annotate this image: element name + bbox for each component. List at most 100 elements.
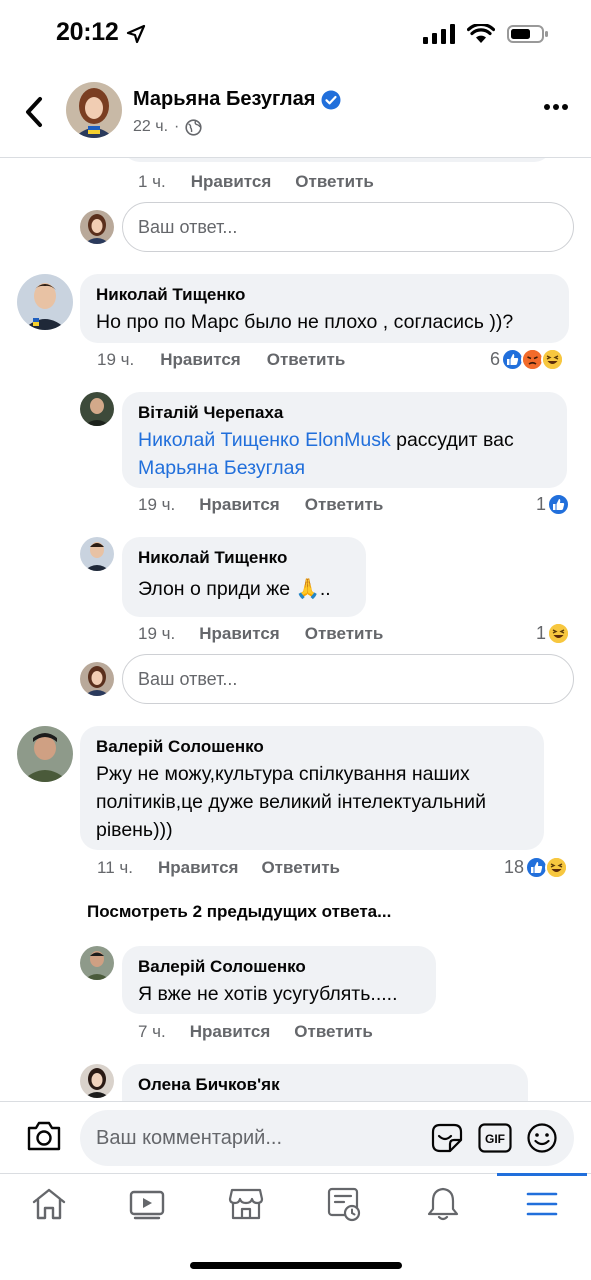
haha-reaction-icon bbox=[545, 856, 569, 879]
mention-link[interactable]: Николай Тищенко bbox=[138, 429, 300, 451]
like-button[interactable]: Нравится bbox=[199, 495, 280, 515]
reaction-summary[interactable]: 18 bbox=[504, 856, 569, 879]
nav-menu[interactable] bbox=[512, 1184, 572, 1224]
nav-notifications[interactable] bbox=[413, 1184, 473, 1224]
camera-icon[interactable] bbox=[26, 1120, 62, 1152]
hamburger-menu-icon bbox=[526, 1192, 558, 1216]
reply-input[interactable]: Ваш ответ... bbox=[122, 654, 574, 704]
like-button[interactable]: Нравится bbox=[191, 172, 272, 192]
comment-actions: 7 ч. Нравится Ответить bbox=[138, 1022, 373, 1042]
video-play-icon bbox=[129, 1190, 165, 1220]
comment-text: Николай Тищенко ElonMusk рассудит вас Ма… bbox=[138, 429, 514, 479]
reply-button[interactable]: Ответить bbox=[295, 172, 374, 192]
like-button[interactable]: Нравится bbox=[160, 350, 241, 370]
commenter-avatar[interactable] bbox=[17, 274, 73, 330]
current-user-avatar bbox=[80, 662, 114, 696]
comment-time: 19 ч. bbox=[138, 495, 176, 514]
commenter-avatar[interactable] bbox=[80, 946, 114, 980]
haha-reaction-icon bbox=[541, 348, 565, 371]
comment-actions: 11 ч. Нравится Ответить bbox=[97, 858, 340, 878]
news-feed-icon bbox=[327, 1187, 361, 1222]
more-options-icon[interactable] bbox=[543, 100, 569, 114]
nav-home[interactable] bbox=[19, 1184, 79, 1224]
author-name[interactable]: Марьяна Безуглая bbox=[133, 88, 341, 111]
comment-bubble: Валерій Солошенко Я вже не хотів усугубл… bbox=[122, 946, 436, 1014]
status-time: 20:12 bbox=[56, 18, 119, 46]
comment-text: Элон о приди же 🙏.. bbox=[138, 578, 331, 600]
reaction-count: 6 bbox=[490, 349, 501, 369]
commenter-avatar[interactable] bbox=[80, 1064, 114, 1098]
globe-icon bbox=[185, 118, 202, 136]
battery-icon bbox=[507, 25, 548, 43]
comment-author[interactable]: Віталій Черепаха bbox=[138, 402, 551, 424]
comment-bubble: Николай Тищенко Но про по Марс было не п… bbox=[80, 274, 569, 343]
nav-watch[interactable] bbox=[117, 1184, 177, 1224]
comment-bubble: Олена Бичков'як bbox=[122, 1064, 528, 1101]
reply-input[interactable]: Ваш ответ... bbox=[122, 202, 574, 252]
nav-news[interactable] bbox=[314, 1184, 374, 1224]
home-icon bbox=[32, 1188, 66, 1220]
marketplace-store-icon bbox=[228, 1188, 264, 1220]
gif-icon[interactable]: GIF bbox=[478, 1123, 512, 1153]
commenter-avatar[interactable] bbox=[17, 726, 73, 782]
nav-marketplace[interactable] bbox=[216, 1184, 276, 1224]
reply-button[interactable]: Ответить bbox=[267, 350, 346, 370]
meta-separator: · bbox=[174, 118, 180, 135]
reply-button[interactable]: Ответить bbox=[305, 624, 384, 644]
reply-button[interactable]: Ответить bbox=[261, 858, 340, 878]
comment-author[interactable]: Валерій Солошенко bbox=[96, 736, 528, 758]
comment-composer: Ваш комментарий... GIF bbox=[0, 1101, 591, 1173]
sticker-icon[interactable] bbox=[430, 1122, 464, 1154]
cellular-signal-icon bbox=[423, 24, 455, 44]
mention-link[interactable]: ElonMusk bbox=[305, 429, 391, 451]
comment-time: 19 ч. bbox=[97, 350, 135, 369]
reaction-summary[interactable]: 1 bbox=[536, 622, 571, 645]
comment-time: 11 ч. bbox=[97, 858, 133, 877]
emoji-icon[interactable] bbox=[526, 1122, 558, 1154]
reaction-summary[interactable]: 1 bbox=[536, 493, 571, 516]
back-chevron-icon[interactable] bbox=[20, 94, 48, 130]
mention-link[interactable]: Марьяна Безуглая bbox=[138, 457, 305, 479]
commenter-avatar[interactable] bbox=[80, 392, 114, 426]
like-button[interactable]: Нравится bbox=[158, 858, 239, 878]
post-header: Марьяна Безуглая 22 ч. · bbox=[0, 70, 591, 158]
comment-actions: 19 ч. Нравится Ответить bbox=[138, 624, 383, 644]
comment-text: Я вже не хотів усугублять..... bbox=[138, 983, 398, 1005]
comment-text: Ржу не можу,культура спілкування наших п… bbox=[96, 763, 486, 841]
location-arrow-icon bbox=[126, 24, 146, 44]
partial-bubble bbox=[122, 158, 552, 162]
author-avatar[interactable] bbox=[66, 82, 122, 138]
bell-icon bbox=[427, 1187, 459, 1221]
status-bar: 20:12 bbox=[0, 0, 591, 70]
reply-button[interactable]: Ответить bbox=[294, 1022, 373, 1042]
comment-author[interactable]: Николай Тищенко bbox=[138, 547, 350, 569]
commenter-avatar[interactable] bbox=[80, 537, 114, 571]
post-meta: 22 ч. · bbox=[133, 118, 202, 136]
comment-actions: 1 ч. Нравится Ответить bbox=[138, 172, 374, 192]
home-indicator bbox=[190, 1262, 402, 1269]
comment-author[interactable]: Николай Тищенко bbox=[96, 284, 553, 306]
comment-time: 7 ч. bbox=[138, 1022, 166, 1041]
comment-bubble: Николай Тищенко Элон о приди же 🙏.. bbox=[122, 537, 366, 617]
reaction-count: 1 bbox=[536, 623, 547, 643]
comment-time: 19 ч. bbox=[138, 624, 176, 643]
like-button[interactable]: Нравится bbox=[190, 1022, 271, 1042]
current-user-avatar bbox=[80, 210, 114, 244]
comment-actions: 19 ч. Нравится Ответить bbox=[138, 495, 383, 515]
wifi-icon bbox=[467, 24, 495, 43]
comments-feed: 1 ч. Нравится Ответить Ваш ответ... Нико… bbox=[0, 158, 591, 1101]
comment-author[interactable]: Валерій Солошенко bbox=[138, 956, 420, 978]
reaction-count: 18 bbox=[504, 857, 525, 877]
reaction-summary[interactable]: 6 bbox=[490, 348, 565, 371]
comment-input[interactable]: Ваш комментарий... GIF bbox=[80, 1110, 574, 1166]
reply-button[interactable]: Ответить bbox=[305, 495, 384, 515]
comment-text: Но про по Марс было не плохо , согласись… bbox=[96, 311, 514, 333]
svg-text:GIF: GIF bbox=[485, 1132, 505, 1146]
comment-actions: 19 ч. Нравится Ответить bbox=[97, 350, 345, 370]
view-previous-replies-link[interactable]: Посмотреть 2 предыдущих ответа... bbox=[87, 902, 391, 922]
bottom-navigation bbox=[0, 1173, 591, 1280]
post-time: 22 ч. bbox=[133, 118, 169, 135]
comment-bubble: Валерій Солошенко Ржу не можу,культура с… bbox=[80, 726, 544, 850]
like-button[interactable]: Нравится bbox=[199, 624, 280, 644]
comment-author[interactable]: Олена Бичков'як bbox=[138, 1074, 512, 1096]
